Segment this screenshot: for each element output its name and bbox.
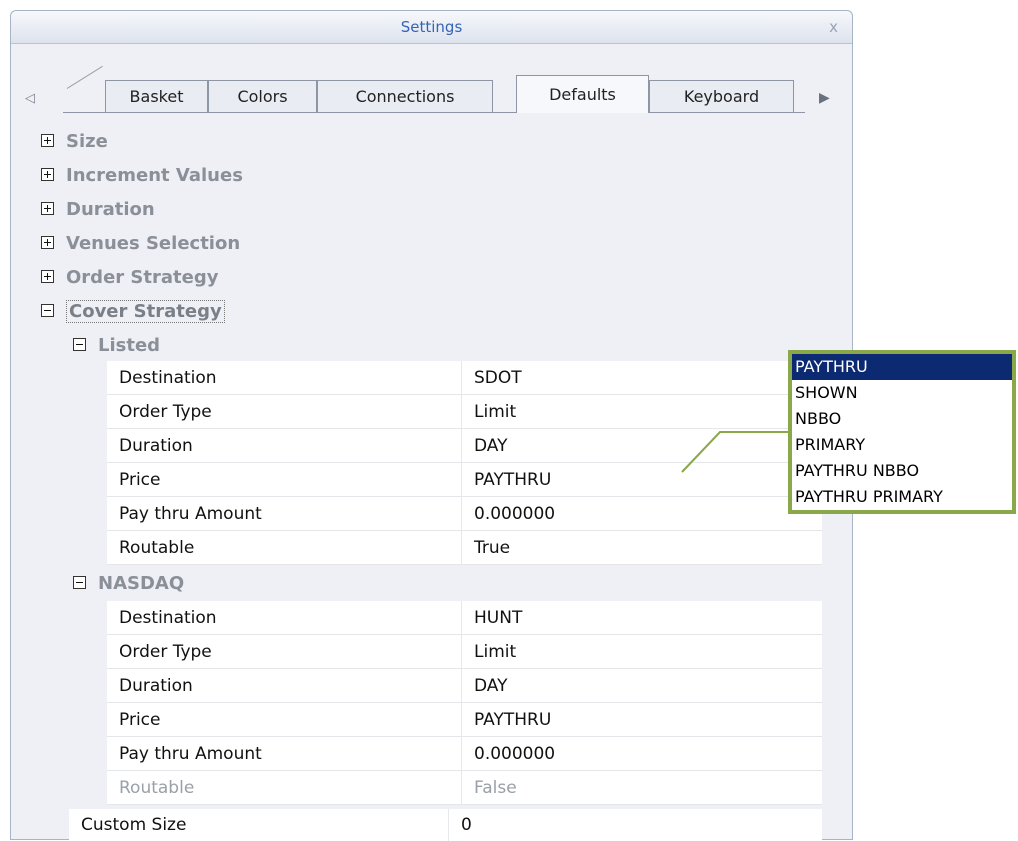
dropdown-option-shown[interactable]: SHOWN [792, 380, 1012, 406]
dropdown-option-paythru-primary[interactable]: PAYTHRU PRIMARY [792, 484, 1012, 510]
price-dropdown-list[interactable]: PAYTHRU SHOWN NBBO PRIMARY PAYTHRU NBBO … [788, 350, 1016, 514]
dropdown-option-primary[interactable]: PRIMARY [792, 432, 1012, 458]
tab-defaults[interactable]: Defaults [516, 75, 649, 113]
dropdown-option-paythru-nbbo[interactable]: PAYTHRU NBBO [792, 458, 1012, 484]
dropdown-option-paythru[interactable]: PAYTHRU [792, 354, 1012, 380]
dropdown-option-nbbo[interactable]: NBBO [792, 406, 1012, 432]
